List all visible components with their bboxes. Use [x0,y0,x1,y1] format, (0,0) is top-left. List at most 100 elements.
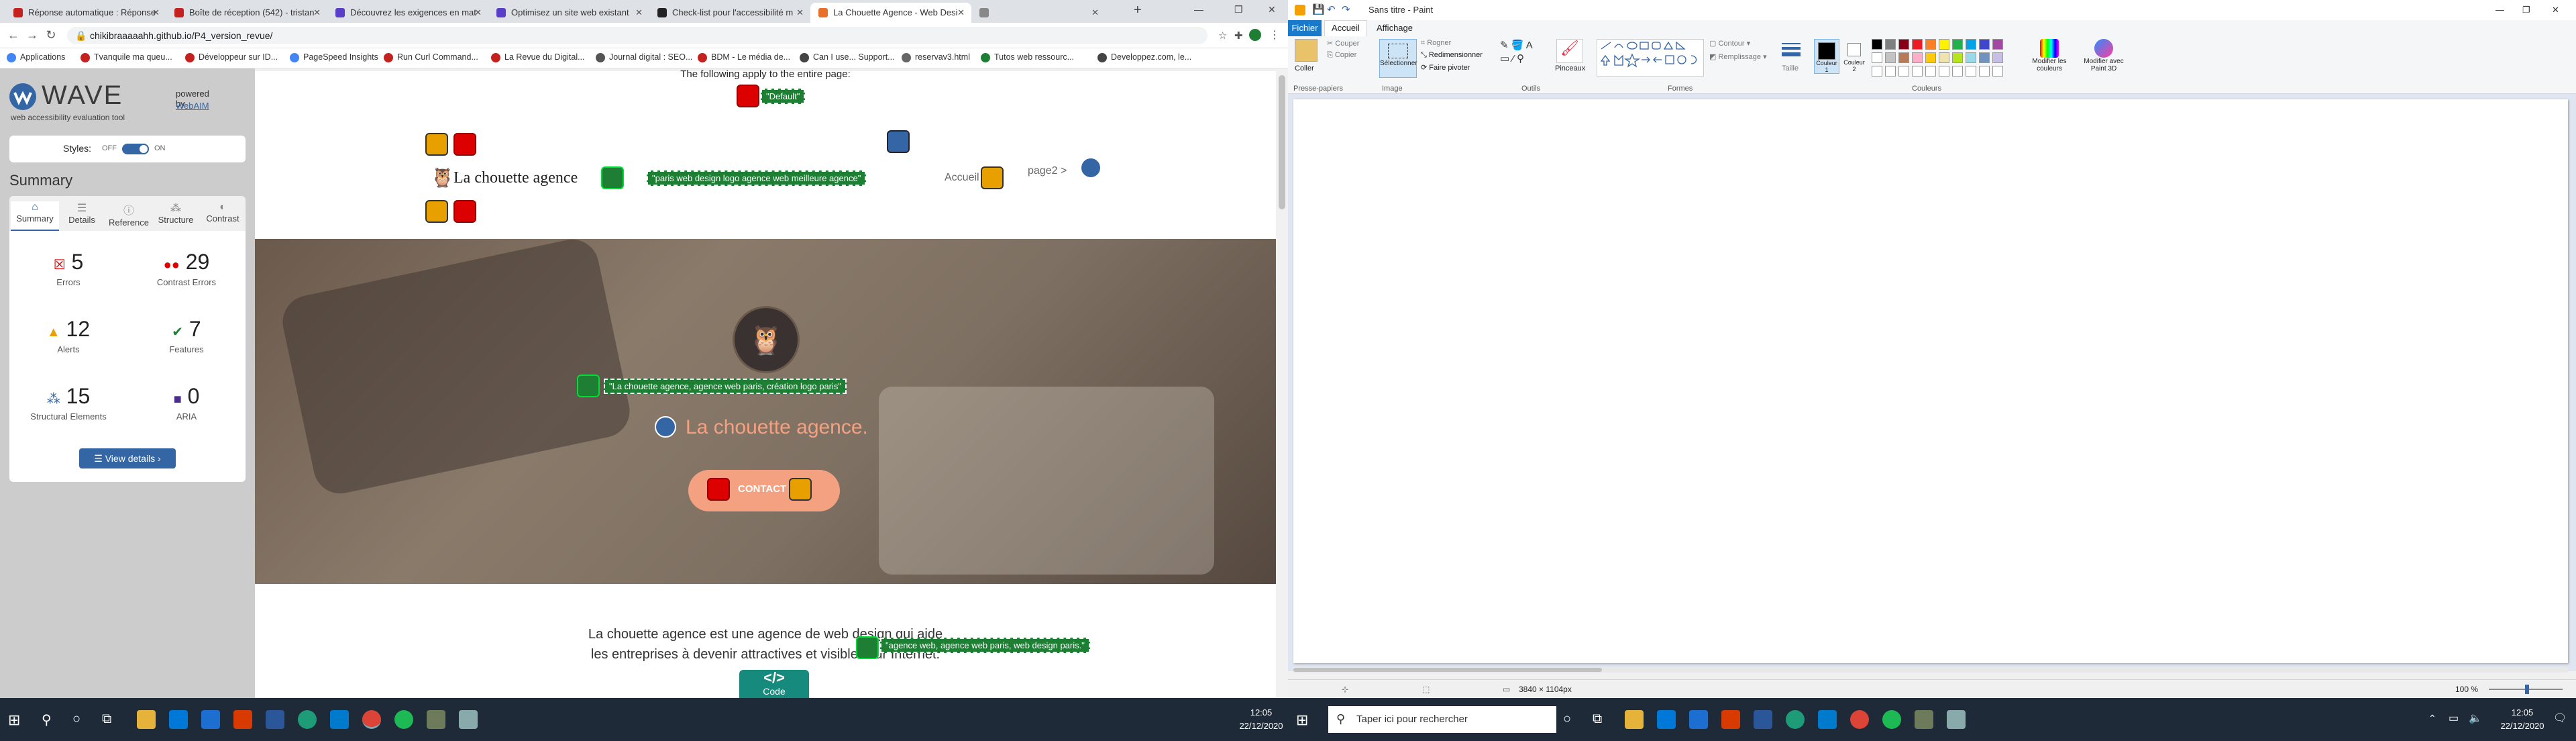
close-tab-icon[interactable]: ✕ [1091,3,1099,23]
color2-button[interactable]: Couleur 2 [1842,39,1866,74]
structure-marker-icon[interactable] [887,130,910,153]
close-tab-icon[interactable]: ✕ [313,3,321,23]
paint3d-button[interactable]: Modifier avec Paint 3D [2077,39,2131,72]
palette-swatch[interactable] [1925,39,1936,50]
bookmark-item[interactable]: Tvanquile ma queu... [80,52,172,62]
palette-swatch[interactable] [1952,39,1963,50]
alert-marker-icon[interactable] [789,478,812,501]
language-error-icon[interactable] [737,85,759,107]
custom-swatch[interactable] [1979,66,1990,77]
alt-marker-icon[interactable] [856,636,879,659]
palette-swatch[interactable] [1992,39,2003,50]
size-icon[interactable] [1782,40,1801,60]
app-icon[interactable] [1786,710,1805,729]
app-icon[interactable] [459,710,478,729]
browser-tab-active[interactable]: La Chouette Agence - Web Desi ✕ [810,3,971,23]
browser-tab[interactable]: Optimisez un site web existant ✕ [488,3,649,23]
menu-home[interactable]: Accueil [1324,20,1367,36]
palette-swatch[interactable] [1979,39,1990,50]
shapes-gallery[interactable] [1597,39,1704,77]
custom-swatch[interactable] [1966,66,1976,77]
alt-marker-icon[interactable] [601,166,624,189]
close-tab-icon[interactable]: ✕ [474,3,482,23]
color-picker-icon[interactable]: ⁄ [1512,53,1514,64]
magnifier-icon[interactable]: ⚲ [1517,53,1524,64]
custom-swatch[interactable] [1872,66,1882,77]
text-icon[interactable]: A [1526,40,1533,51]
outline-dropdown[interactable]: ▢ Contour ▾ [1709,39,1750,48]
bookmark-item[interactable]: Tutos web ressourc... [981,52,1074,62]
bookmark-item[interactable]: Run Curl Command... [384,52,478,62]
custom-swatch[interactable] [1885,66,1896,77]
error-marker-icon[interactable] [707,478,730,501]
app-icon[interactable] [1915,710,1933,729]
custom-swatch[interactable] [1992,66,2003,77]
chrome-icon[interactable] [362,710,381,729]
url-input[interactable]: 🔒 chikibraaaaahh.github.io/P4_version_re… [67,27,1208,44]
palette-swatch[interactable] [1912,39,1923,50]
bookmark-item[interactable]: Developpez.com, le... [1097,52,1191,62]
store-icon[interactable] [1657,710,1676,729]
spotify-icon[interactable] [394,710,413,729]
brushes-icon[interactable]: 🖌 [1556,39,1583,63]
palette-swatch[interactable] [1885,52,1896,63]
store-icon[interactable] [169,710,188,729]
task-view-icon[interactable]: ⧉ [1593,711,1602,727]
tab-summary[interactable]: ⌂ Summary [11,201,59,231]
bookmark-item[interactable]: BDM - Le média de... [698,52,790,62]
cortana-icon[interactable]: ○ [1563,711,1571,727]
alert-marker-icon[interactable] [425,200,448,223]
mail-icon[interactable] [201,710,220,729]
menu-view[interactable]: Affichage [1371,20,1418,36]
reload-icon[interactable]: ↻ [43,28,59,42]
paste-icon[interactable] [1295,39,1318,62]
palette-swatch[interactable] [1912,52,1923,63]
custom-swatch[interactable] [1939,66,1949,77]
palette-swatch[interactable] [1885,39,1896,50]
alt-marker-icon[interactable] [577,375,600,397]
styles-toggle[interactable] [122,144,149,154]
minimize-icon[interactable]: — [1194,4,1203,15]
alert-marker-icon[interactable] [425,133,448,156]
crop-button[interactable]: ⌗ Rogner [1421,39,1451,48]
size-button[interactable]: Taille [1782,64,1799,72]
alert-marker-icon[interactable] [981,166,1004,189]
app-icon[interactable] [298,710,317,729]
clock[interactable]: 12:05 22/12/2020 [1234,706,1288,733]
network-icon[interactable]: ▭ [2449,711,2459,725]
extensions-icon[interactable]: ✚ [1234,30,1243,42]
bookmark-item[interactable]: La Revue du Digital... [491,52,585,62]
zoom-slider-thumb[interactable] [2525,685,2529,694]
scrollbar-thumb[interactable] [1293,668,1602,672]
windows-start-icon[interactable]: ⊞ [1296,711,1308,729]
scrollbar-thumb[interactable] [1279,75,1285,209]
fill-icon[interactable]: 🪣 [1511,40,1524,51]
bookmark-item[interactable]: Can I use... Support... [800,52,895,62]
bookmark-item[interactable]: Journal digital : SEO... [596,52,692,62]
minimize-icon[interactable]: — [2496,0,2504,20]
vscode-icon[interactable] [1818,710,1837,729]
code-button[interactable]: </> Code [739,670,809,698]
close-window-icon[interactable]: ✕ [2552,0,2559,20]
palette-swatch[interactable] [1952,52,1963,63]
palette-swatch[interactable] [1992,52,2003,63]
quick-save-icon[interactable]: 💾 [1312,0,1325,20]
avatar[interactable] [1249,29,1261,41]
task-view-icon[interactable]: ⧉ [102,711,111,727]
custom-swatch[interactable] [1898,66,1909,77]
color1-button[interactable]: Couleur 1 [1814,39,1839,74]
palette-swatch[interactable] [1898,52,1909,63]
app-icon[interactable] [1947,710,1966,729]
close-window-icon[interactable]: ✕ [1268,4,1276,15]
tab-structure[interactable]: ⁂ Structure [152,201,200,225]
bookmark-item[interactable]: PageSpeed Insights [290,52,378,62]
eraser-icon[interactable]: ▭ [1500,53,1509,64]
mail-icon[interactable] [1689,710,1708,729]
clock[interactable]: 12:05 22/12/2020 [2496,706,2549,733]
tray-chevron-icon[interactable]: ⌃ [2428,713,2436,724]
vscode-icon[interactable] [330,710,349,729]
star-icon[interactable]: ☆ [1218,30,1227,42]
palette-swatch[interactable] [1979,52,1990,63]
horizontal-scrollbar[interactable] [1293,667,2568,673]
error-marker-icon[interactable] [453,200,476,223]
